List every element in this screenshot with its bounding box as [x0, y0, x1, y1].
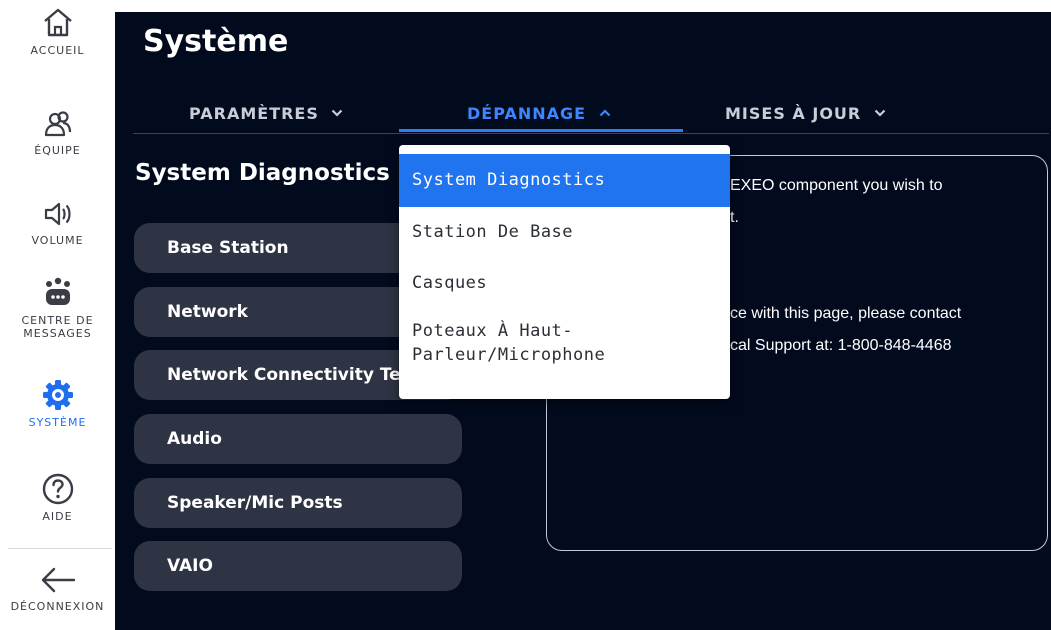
message-center-icon	[45, 277, 70, 305]
menu-item-poteaux-haut-parleur-microphone[interactable]: Poteaux À Haut- Parleur/Microphone	[399, 319, 730, 379]
tabs-divider	[133, 133, 1049, 134]
section-title: System Diagnostics	[135, 160, 390, 186]
tab-mises-a-jour[interactable]: MISES À JOUR	[725, 104, 886, 132]
tab-depannage[interactable]: DÉPANNAGE	[467, 104, 611, 132]
info-text-line: ce with this page, please contact	[730, 305, 962, 322]
help-icon	[42, 473, 73, 505]
info-text-line: t.	[730, 209, 739, 226]
sidebar-item-aide[interactable]: AIDE	[0, 472, 115, 523]
chevron-up-icon	[599, 109, 610, 117]
vaio-button[interactable]: VAIO	[134, 541, 462, 591]
menu-item-system-diagnostics[interactable]: System Diagnostics	[399, 154, 730, 207]
depannage-dropdown-menu: System Diagnostics Station De Base Casqu…	[399, 145, 730, 399]
sidebar-item-label: AIDE	[42, 510, 73, 523]
gear-icon	[42, 380, 73, 410]
tab-label: DÉPANNAGE	[467, 104, 587, 123]
tab-label: MISES À JOUR	[725, 104, 862, 123]
sidebar-item-systeme[interactable]: SYSTÈME	[0, 378, 115, 429]
sidebar-item-volume[interactable]: VOLUME	[0, 198, 115, 247]
chevron-down-icon	[332, 109, 343, 117]
sidebar-item-label: DÉCONNEXION	[10, 600, 105, 613]
team-icon	[44, 111, 71, 137]
sidebar-item-accueil[interactable]: ACCUEIL	[0, 4, 115, 57]
info-text-line: EXEO component you wish to	[730, 177, 943, 194]
sidebar-item-equipe[interactable]: ÉQUIPE	[0, 108, 115, 157]
sidebar-divider	[8, 548, 112, 549]
volume-icon	[44, 202, 71, 226]
sidebar-item-label: ÉQUIPE	[34, 144, 81, 157]
page-title: Système	[143, 24, 289, 59]
audio-button[interactable]: Audio	[134, 414, 462, 464]
sidebar-item-label: CENTRE DE MESSAGES	[21, 314, 94, 340]
sidebar-item-centre-de-messages[interactable]: CENTRE DE MESSAGES	[0, 276, 115, 340]
home-icon	[43, 8, 72, 37]
speaker-mic-posts-button[interactable]: Speaker/Mic Posts	[134, 478, 462, 528]
menu-item-casques[interactable]: Casques	[399, 257, 730, 309]
info-text-line: cal Support at: 1-800-848-4468	[730, 337, 952, 354]
sidebar-item-label: SYSTÈME	[28, 416, 87, 429]
menu-item-station-de-base[interactable]: Station De Base	[399, 207, 730, 257]
tab-parametres[interactable]: PARAMÈTRES	[189, 104, 343, 132]
back-arrow-icon	[41, 567, 75, 593]
sidebar-item-deconnexion[interactable]: DÉCONNEXION	[0, 564, 115, 613]
sidebar: ACCUEIL ÉQUIPE VOLUME CENTRE DE MESSAGES…	[0, 0, 115, 630]
tab-label: PARAMÈTRES	[189, 104, 319, 123]
sidebar-item-label: ACCUEIL	[30, 44, 85, 57]
active-tab-indicator	[399, 129, 683, 132]
sidebar-item-label: VOLUME	[31, 234, 84, 247]
chevron-down-icon	[874, 109, 886, 117]
